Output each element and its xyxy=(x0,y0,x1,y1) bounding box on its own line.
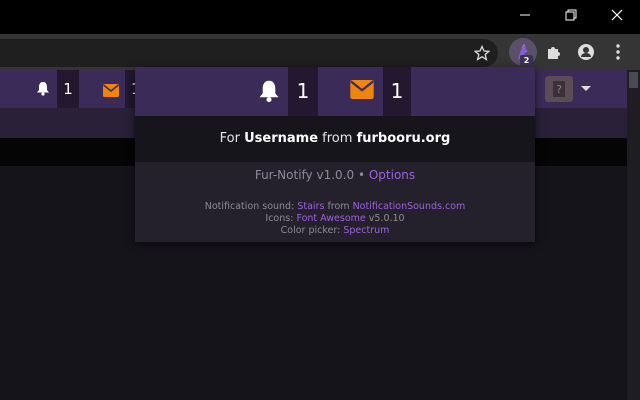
envelope-icon[interactable] xyxy=(350,80,374,103)
star-icon[interactable] xyxy=(470,42,494,64)
avatar[interactable]: ? xyxy=(545,76,573,102)
options-link[interactable]: Options xyxy=(369,168,415,182)
envelope-icon[interactable] xyxy=(103,82,119,101)
popup-notification-count[interactable]: 1 xyxy=(288,67,318,116)
svg-text:?: ? xyxy=(556,83,562,96)
extension-badge: 2 xyxy=(520,55,533,66)
scrollbar-thumb[interactable] xyxy=(629,72,638,88)
site-name: furbooru.org xyxy=(356,131,451,146)
sound-label: Notification sound: xyxy=(204,201,295,212)
puzzle-icon[interactable] xyxy=(542,40,566,64)
notification-count[interactable]: 1 xyxy=(57,70,79,108)
icons-version: v5.0.10 xyxy=(368,213,405,224)
chevron-down-icon[interactable] xyxy=(581,86,591,91)
restore-icon[interactable] xyxy=(548,0,594,30)
sound-source-link[interactable]: NotificationSounds.com xyxy=(353,201,466,212)
bell-icon[interactable] xyxy=(258,79,280,107)
icons-link[interactable]: Font Awesome xyxy=(296,213,365,224)
close-icon[interactable] xyxy=(594,0,640,30)
version-separator: • xyxy=(357,168,366,182)
popup-version-line: Fur-Notify v1.0.0 • Options xyxy=(135,162,535,188)
scrollbar[interactable] xyxy=(627,70,640,400)
profile-icon[interactable] xyxy=(574,40,598,64)
bell-icon[interactable] xyxy=(36,81,50,100)
extension-popup: 1 1 For Username from furbooru.org Fur-N… xyxy=(135,67,535,242)
sound-from: from xyxy=(327,201,350,212)
sound-link[interactable]: Stairs xyxy=(297,201,324,212)
credit-picker: Color picker: Spectrum xyxy=(135,225,535,237)
version-text: Fur-Notify v1.0.0 xyxy=(254,168,355,182)
username: Username xyxy=(244,131,319,146)
minimize-icon[interactable] xyxy=(502,0,548,30)
picker-link[interactable]: Spectrum xyxy=(343,225,389,236)
popup-counters: 1 1 xyxy=(135,67,535,116)
popup-message-count[interactable]: 1 xyxy=(383,67,411,116)
menu-icon[interactable] xyxy=(606,40,630,64)
icons-label: Icons: xyxy=(265,213,294,224)
credit-icons: Icons: Font Awesome v5.0.10 xyxy=(135,213,535,225)
address-bar[interactable] xyxy=(0,39,498,67)
popup-credits: Notification sound: Stairs from Notifica… xyxy=(135,201,535,237)
credit-sound: Notification sound: Stairs from Notifica… xyxy=(135,201,535,213)
user-prefix: For xyxy=(219,131,240,146)
user-middle: from xyxy=(322,131,353,146)
popup-user-line: For Username from furbooru.org xyxy=(135,116,535,162)
picker-label: Color picker: xyxy=(280,225,341,236)
